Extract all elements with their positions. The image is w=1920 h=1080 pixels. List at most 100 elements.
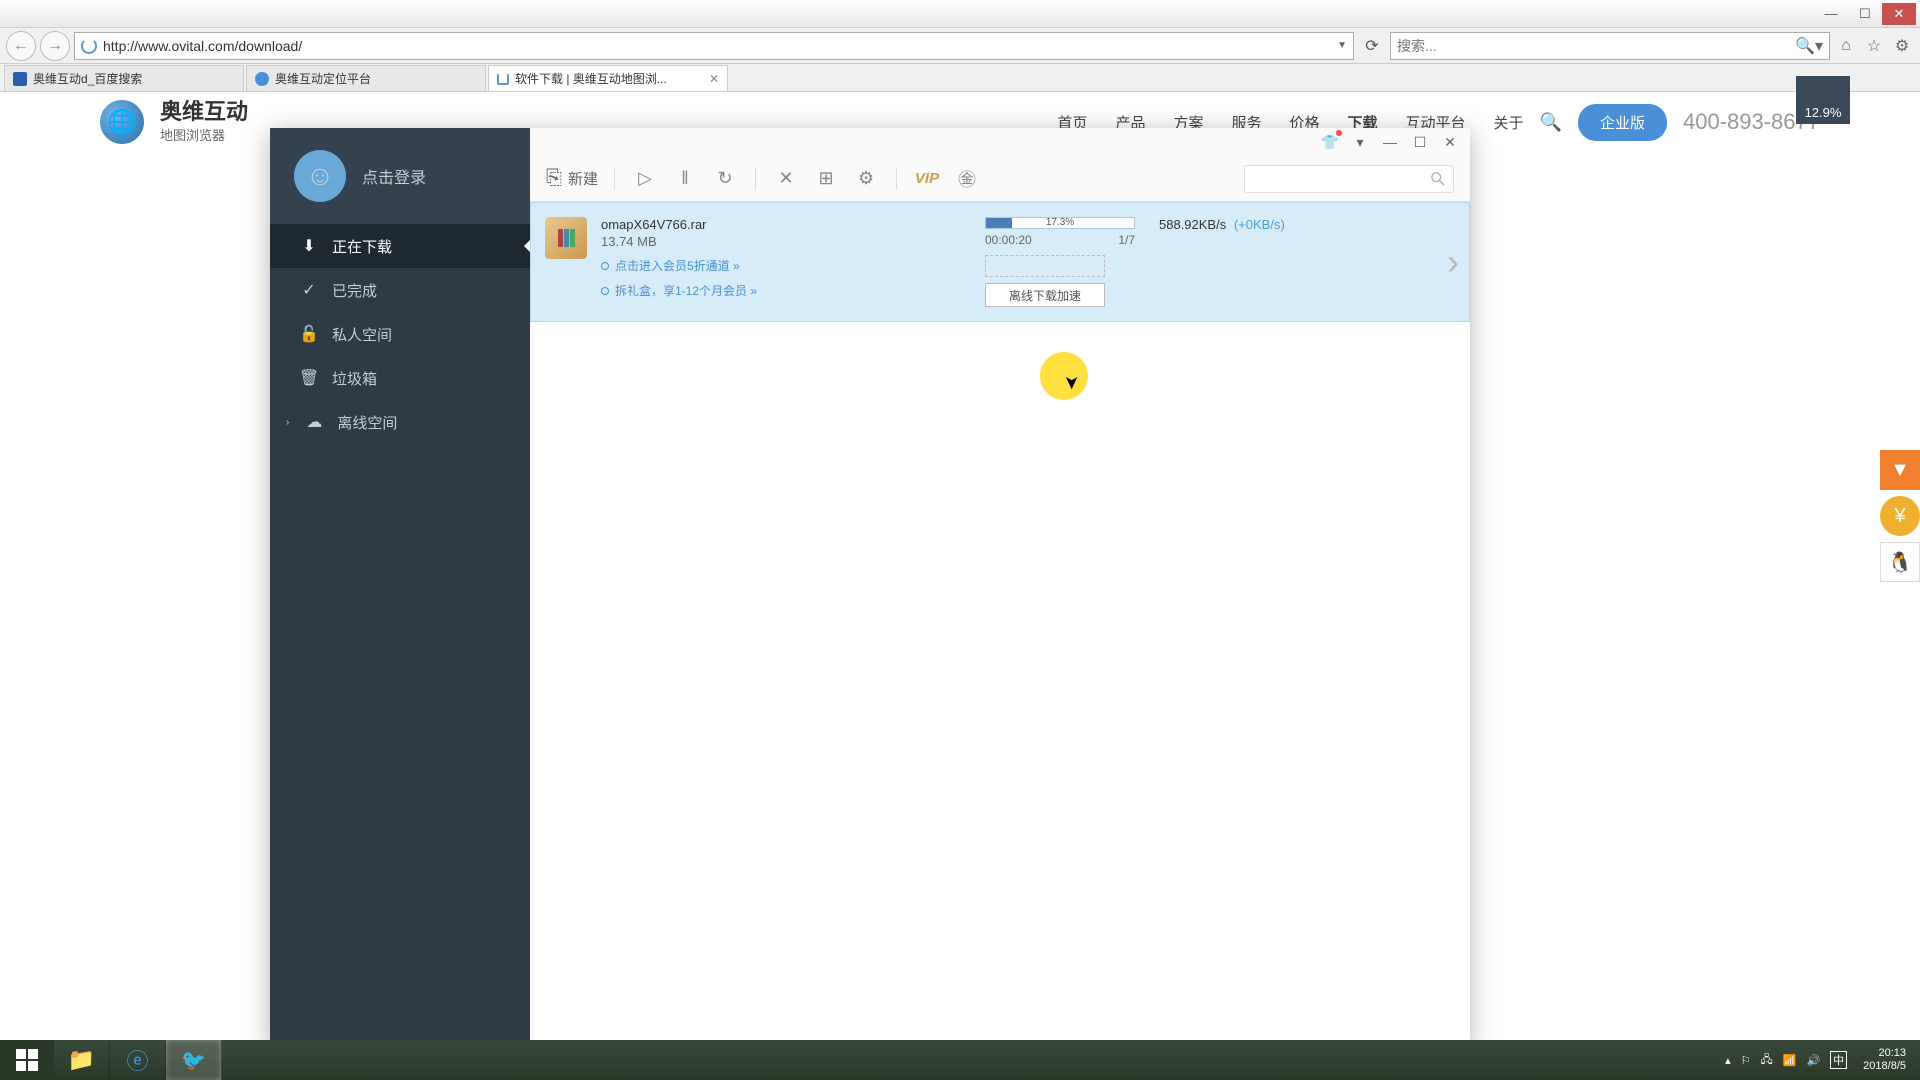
window-titlebar: — ☐ ✕ bbox=[0, 0, 1920, 28]
float-coin-icon[interactable]: ¥ bbox=[1880, 496, 1920, 536]
promo-link-2[interactable]: 拆礼盒，享1-12个月会员 » bbox=[601, 282, 971, 299]
settings-icon[interactable]: ⚙ bbox=[852, 165, 880, 193]
taskbar: 📁 ⓔ 🐦 ▴ ⚐ 🖧 📶 🔊 中 20:13 2018/8/5 bbox=[0, 1040, 1920, 1080]
taskbar-thunder[interactable]: 🐦 bbox=[166, 1040, 222, 1080]
promo-link-1[interactable]: 点击进入会员5折通道 » bbox=[601, 257, 971, 274]
separator bbox=[755, 168, 756, 190]
sidebar-item-downloading[interactable]: ⬇ 正在下载 bbox=[270, 224, 530, 268]
tab-label: 奥维互动定位平台 bbox=[275, 70, 371, 87]
download-item[interactable]: omapX64V766.rar 13.74 MB 点击进入会员5折通道 » 拆礼… bbox=[530, 202, 1470, 322]
cloud-icon: ☁ bbox=[305, 413, 323, 431]
filesize: 13.74 MB bbox=[601, 234, 971, 249]
tray-flag-icon[interactable]: ⚐ bbox=[1741, 1054, 1751, 1067]
dm-skin-icon[interactable]: 👕 bbox=[1320, 132, 1340, 152]
taskbar-ie[interactable]: ⓔ bbox=[110, 1040, 166, 1080]
site-search-icon[interactable]: 🔍 bbox=[1540, 112, 1562, 133]
taskbar-explorer[interactable]: 📁 bbox=[54, 1040, 110, 1080]
clock-time: 20:13 bbox=[1863, 1047, 1906, 1060]
delete-button[interactable]: ✕ bbox=[772, 165, 800, 193]
tray-signal-icon[interactable]: 📶 bbox=[1783, 1054, 1797, 1067]
chevron-right-icon[interactable]: › bbox=[1447, 241, 1459, 283]
sidebar-item-private[interactable]: 🔓 私人空间 bbox=[270, 312, 530, 356]
tab-label: 奥维互动d_百度搜索 bbox=[33, 70, 142, 87]
thread-count: 1/7 bbox=[1118, 233, 1135, 247]
grid-icon[interactable]: ⊞ bbox=[812, 165, 840, 193]
loading-spinner-icon bbox=[81, 38, 97, 54]
dm-close-button[interactable]: ✕ bbox=[1440, 132, 1460, 152]
enterprise-button[interactable]: 企业版 bbox=[1578, 104, 1667, 141]
dm-window-controls: 👕 ▾ — ☐ ✕ bbox=[530, 128, 1470, 156]
elapsed-time: 00:00:20 bbox=[985, 233, 1032, 247]
yen-icon[interactable]: ㊎ bbox=[953, 165, 981, 193]
search-icon[interactable]: 🔍▾ bbox=[1795, 36, 1823, 56]
float-qq-icon[interactable]: 🐧 bbox=[1880, 542, 1920, 582]
start-button[interactable] bbox=[0, 1040, 54, 1080]
dm-menu-icon[interactable]: ▾ bbox=[1350, 132, 1370, 152]
dm-minimize-button[interactable]: — bbox=[1380, 132, 1400, 152]
forward-button[interactable]: → bbox=[40, 31, 70, 61]
nav-about[interactable]: 关于 bbox=[1494, 112, 1524, 133]
site-logo-icon: 🌐 bbox=[100, 100, 144, 144]
tab-ovital-platform[interactable]: 奥维互动定位平台 bbox=[246, 65, 486, 91]
dm-download-list: omapX64V766.rar 13.74 MB 点击进入会员5折通道 » 拆礼… bbox=[530, 202, 1470, 1048]
float-promo-icon[interactable]: ▼ bbox=[1880, 450, 1920, 490]
dm-main: 👕 ▾ — ☐ ✕ ⎘ 新建 ▷ ‖ ↻ ✕ ⊞ ⚙ VIP ㊎ bbox=[530, 128, 1470, 1048]
pause-button[interactable]: ‖ bbox=[671, 165, 699, 193]
sidebar-item-offline[interactable]: › ☁ 离线空间 bbox=[270, 400, 530, 444]
tab-favicon-icon bbox=[255, 72, 269, 86]
new-task-button[interactable]: ⎘ 新建 bbox=[546, 167, 598, 190]
browser-search-box[interactable]: 🔍▾ bbox=[1390, 32, 1830, 60]
dm-maximize-button[interactable]: ☐ bbox=[1410, 132, 1430, 152]
maximize-button[interactable]: ☐ bbox=[1848, 3, 1882, 25]
sidebar-item-completed[interactable]: ✓ 已完成 bbox=[270, 268, 530, 312]
tray-volume-icon[interactable]: 🔊 bbox=[1806, 1054, 1820, 1067]
new-icon: ⎘ bbox=[546, 167, 562, 190]
favorites-icon[interactable]: ☆ bbox=[1862, 34, 1886, 58]
url-dropdown-icon[interactable]: ▼ bbox=[1337, 40, 1347, 51]
tab-baidu-search[interactable]: 奥维互动d_百度搜索 bbox=[4, 65, 244, 91]
download-icon: ⬇ bbox=[300, 237, 318, 255]
ie-icon: ⓔ bbox=[126, 1044, 148, 1076]
vip-button[interactable]: VIP bbox=[913, 165, 941, 193]
dm-sidebar: ☺ 点击登录 ⬇ 正在下载 ✓ 已完成 🔓 私人空间 🗑 垃圾箱 › ☁ 离线空… bbox=[270, 128, 530, 1048]
start-button[interactable]: ▷ bbox=[631, 165, 659, 193]
chevron-right-icon: › bbox=[286, 417, 289, 428]
search-input[interactable] bbox=[1397, 38, 1795, 54]
tray-network-icon[interactable]: 🖧 bbox=[1761, 1051, 1773, 1070]
restart-button[interactable]: ↻ bbox=[711, 165, 739, 193]
accel-placeholder-button[interactable] bbox=[985, 255, 1105, 277]
sidebar-item-trash[interactable]: 🗑 垃圾箱 bbox=[270, 356, 530, 400]
promo-text: 点击进入会员5折通道 » bbox=[615, 257, 740, 274]
sidebar-item-label: 离线空间 bbox=[337, 412, 397, 433]
tray-up-icon[interactable]: ▴ bbox=[1725, 1054, 1731, 1067]
download-speed: 588.92KB/s bbox=[1159, 217, 1226, 232]
browser-tabs: 奥维互动d_百度搜索 奥维互动定位平台 软件下载 | 奥维互动地图浏... ✕ bbox=[0, 64, 1920, 92]
tools-icon[interactable]: ⚙ bbox=[1890, 34, 1914, 58]
back-button[interactable]: ← bbox=[6, 31, 36, 61]
close-button[interactable]: ✕ bbox=[1882, 3, 1916, 25]
tab-close-icon[interactable]: ✕ bbox=[709, 72, 719, 86]
dm-search-box[interactable] bbox=[1244, 165, 1454, 193]
refresh-button[interactable]: ⟳ bbox=[1358, 32, 1386, 60]
tab-label: 软件下载 | 奥维互动地图浏... bbox=[515, 70, 667, 87]
clock-date: 2018/8/5 bbox=[1863, 1060, 1906, 1073]
download-speed-bonus: (+0KB/s) bbox=[1234, 217, 1285, 232]
home-icon[interactable]: ⌂ bbox=[1834, 34, 1858, 58]
floating-sidebar: ▼ ¥ 🐧 bbox=[1880, 450, 1920, 582]
sidebar-item-label: 正在下载 bbox=[332, 236, 392, 257]
url-input[interactable]: http://www.ovital.com/download/ ▼ bbox=[74, 32, 1354, 60]
minimize-button[interactable]: — bbox=[1814, 3, 1848, 25]
windows-logo-icon bbox=[16, 1049, 38, 1071]
progress-percent: 17.3% bbox=[986, 217, 1134, 229]
dm-user-section[interactable]: ☺ 点击登录 bbox=[270, 128, 530, 224]
system-tray: ▴ ⚐ 🖧 📶 🔊 中 20:13 2018/8/5 bbox=[1717, 1047, 1920, 1073]
offline-accel-button[interactable]: 离线下载加速 bbox=[985, 283, 1105, 307]
loading-spinner-icon bbox=[497, 73, 509, 85]
search-icon bbox=[1431, 172, 1445, 186]
sidebar-item-label: 垃圾箱 bbox=[332, 368, 377, 389]
download-manager-window: ☺ 点击登录 ⬇ 正在下载 ✓ 已完成 🔓 私人空间 🗑 垃圾箱 › ☁ 离线空… bbox=[270, 128, 1470, 1048]
taskbar-clock[interactable]: 20:13 2018/8/5 bbox=[1857, 1047, 1912, 1073]
tray-ime[interactable]: 中 bbox=[1830, 1051, 1847, 1069]
tab-download-page[interactable]: 软件下载 | 奥维互动地图浏... ✕ bbox=[488, 65, 728, 91]
dm-toolbar: ⎘ 新建 ▷ ‖ ↻ ✕ ⊞ ⚙ VIP ㊎ bbox=[530, 156, 1470, 202]
